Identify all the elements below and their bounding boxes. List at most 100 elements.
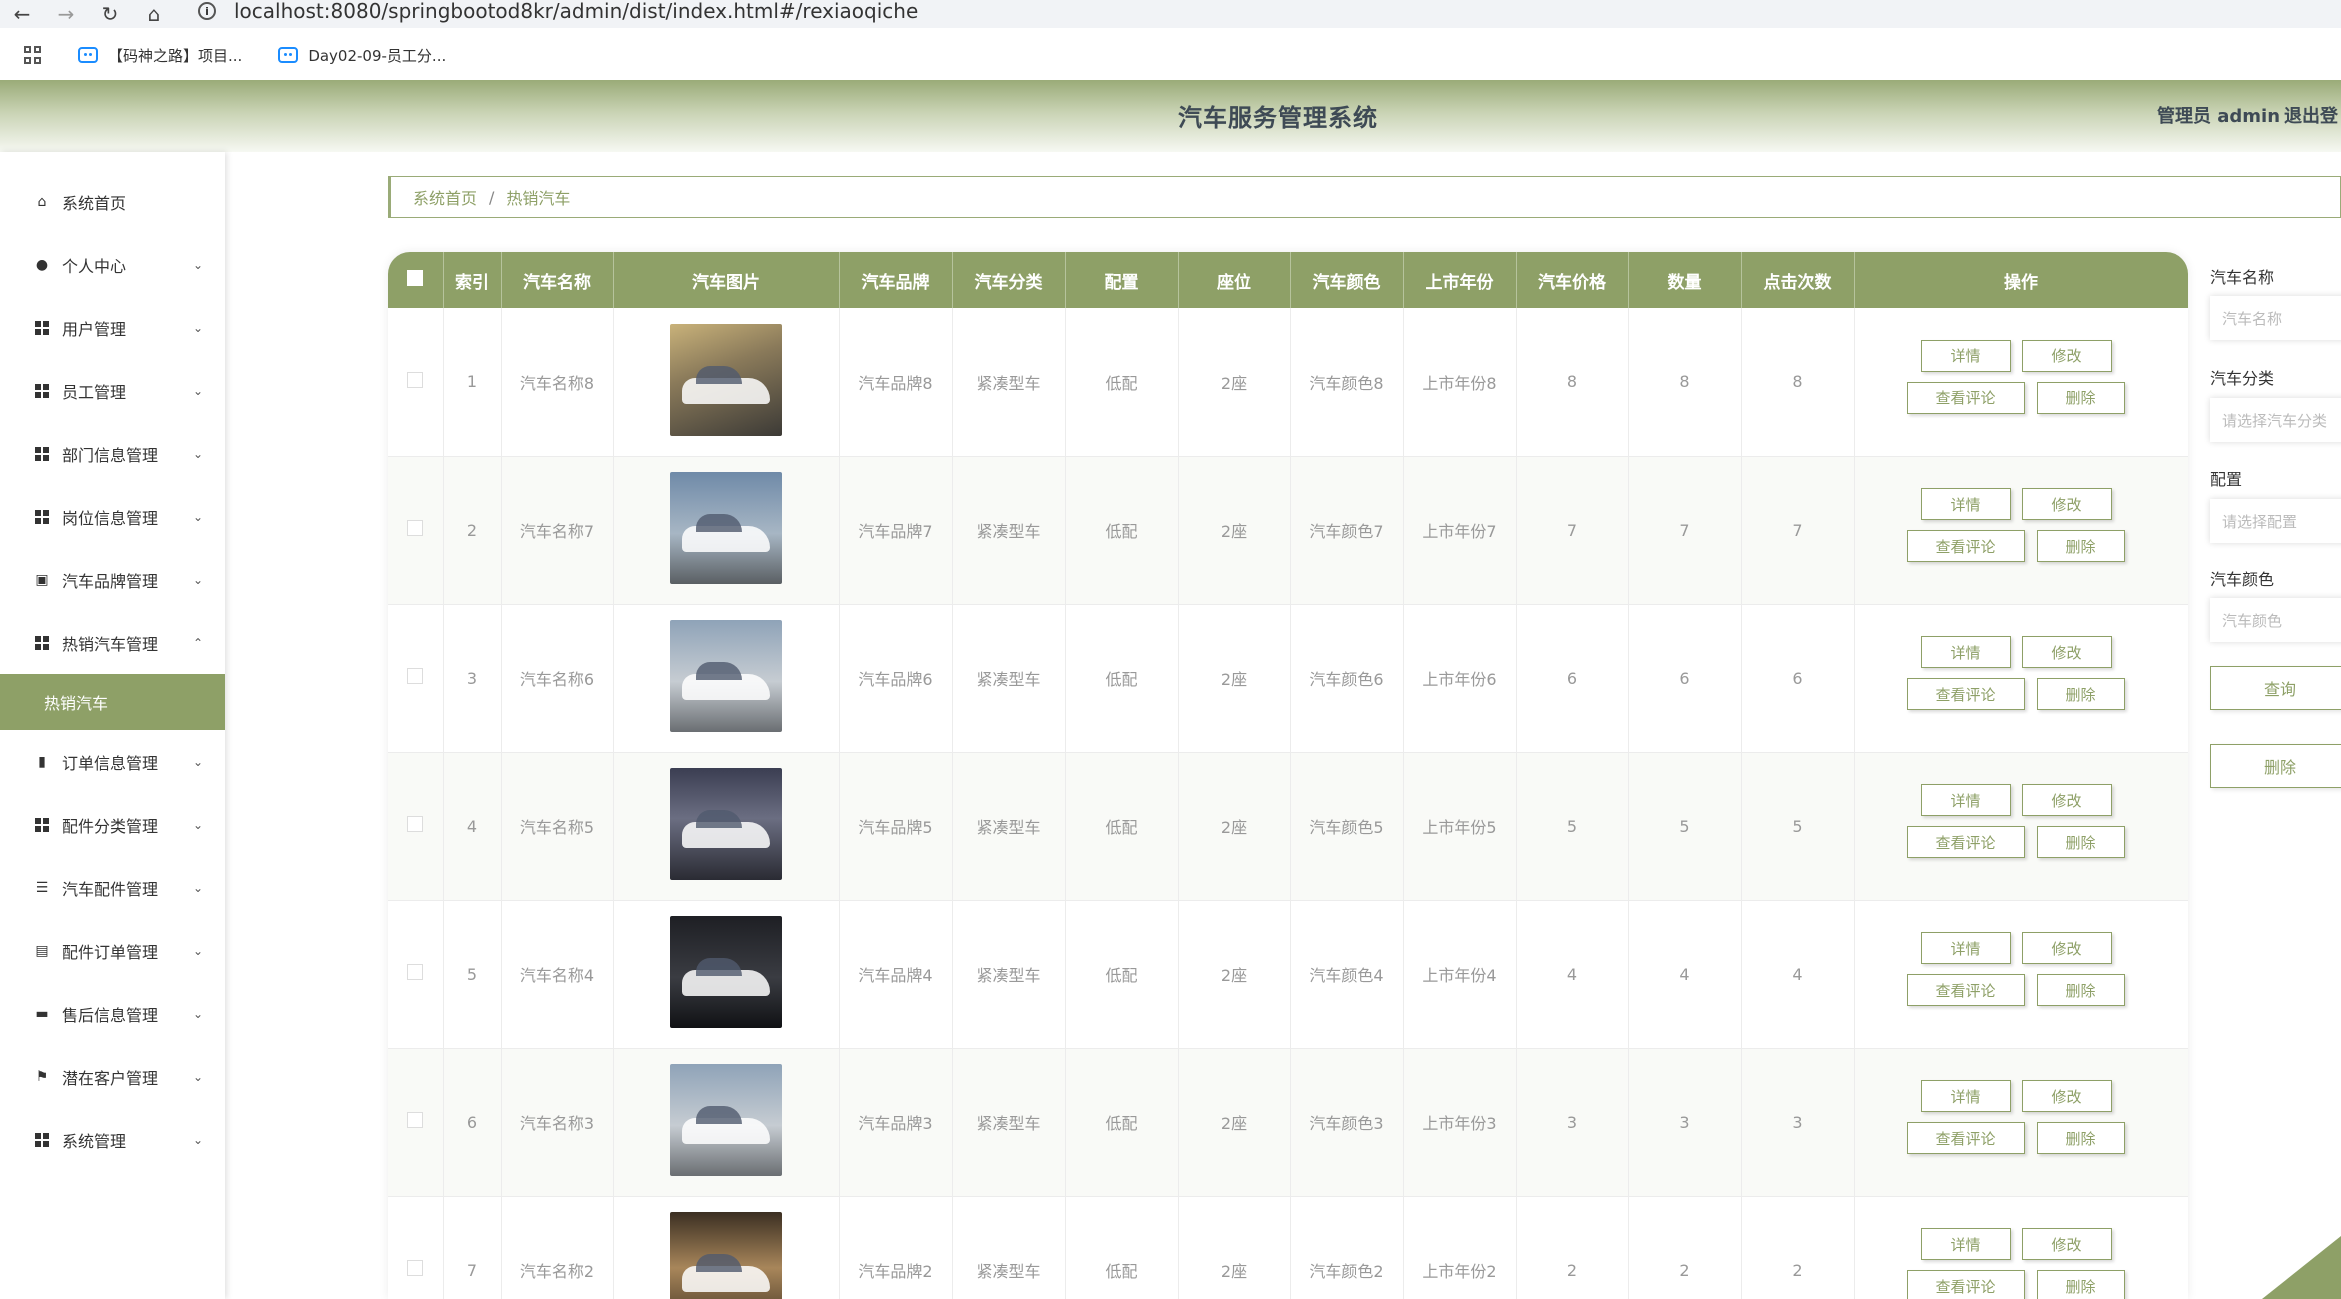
sidebar-item-home[interactable]: ⌂ 系统首页: [0, 182, 225, 222]
cell-qty: 5: [1628, 752, 1742, 901]
query-button[interactable]: 查询: [2210, 666, 2341, 710]
view-comments-button[interactable]: 查看评论: [1906, 678, 2025, 710]
batch-delete-button[interactable]: 删除: [2210, 744, 2341, 788]
view-comments-button[interactable]: 查看评论: [1906, 826, 2025, 858]
column-header: 汽车颜色: [1290, 252, 1404, 308]
delete-button[interactable]: 删除: [2036, 530, 2125, 562]
actions-cell: 详情 修改查看评论 删除: [1854, 900, 2188, 1049]
chevron-up-icon: ⌃: [192, 636, 203, 650]
car-image[interactable]: [670, 1064, 782, 1176]
breadcrumb-home[interactable]: 系统首页: [413, 185, 477, 209]
edit-button[interactable]: 修改: [2021, 488, 2112, 520]
cell-name: 汽车名称5: [501, 752, 614, 901]
edit-button[interactable]: 修改: [2021, 339, 2112, 372]
detail-button[interactable]: 详情: [1920, 636, 2011, 668]
row-checkbox[interactable]: [407, 520, 424, 536]
row-checkbox[interactable]: [407, 964, 424, 980]
forward-icon[interactable]: →: [44, 0, 88, 28]
bookmark-item[interactable]: 【码神之路】项目...: [78, 45, 242, 66]
row-checkbox[interactable]: [407, 371, 424, 388]
delete-button[interactable]: 删除: [2036, 1270, 2125, 1299]
sidebar-item-parts[interactable]: ☰ 汽车配件管理 ⌄: [0, 868, 225, 908]
cell-color: 汽车颜色5: [1290, 752, 1404, 901]
view-comments-button[interactable]: 查看评论: [1906, 381, 2025, 414]
detail-button[interactable]: 详情: [1920, 339, 2011, 372]
car-image[interactable]: [670, 323, 782, 436]
category-label: 汽车分类: [2210, 369, 2275, 388]
delete-button[interactable]: 删除: [2036, 381, 2125, 414]
home-icon: ⌂: [37, 194, 47, 210]
row-checkbox[interactable]: [407, 1112, 424, 1128]
delete-button[interactable]: 删除: [2036, 826, 2125, 858]
apps-icon[interactable]: [24, 46, 42, 64]
car-image-cell: [613, 900, 840, 1049]
row-checkbox[interactable]: [407, 668, 424, 684]
actions-cell: 详情 修改查看评论 删除: [1854, 604, 2188, 753]
sidebar-item-prospects[interactable]: ⚑ 潜在客户管理 ⌄: [0, 1057, 225, 1097]
cell-index: 2: [443, 456, 502, 605]
sidebar-item-part-categories[interactable]: 配件分类管理 ⌄: [0, 805, 225, 845]
column-header: 点击次数: [1741, 252, 1855, 308]
view-comments-button[interactable]: 查看评论: [1906, 974, 2025, 1006]
grid-icon: [34, 636, 50, 650]
detail-button[interactable]: 详情: [1920, 1080, 2011, 1112]
delete-button[interactable]: 删除: [2036, 974, 2125, 1006]
sidebar-item-employees[interactable]: 员工管理 ⌄: [0, 371, 225, 411]
url-field[interactable]: i localhost:8080/springbootod8kr/admin/d…: [198, 0, 918, 23]
sidebar-item-positions[interactable]: 岗位信息管理 ⌄: [0, 497, 225, 537]
car-image[interactable]: [670, 768, 782, 880]
view-comments-button[interactable]: 查看评论: [1906, 1122, 2025, 1154]
back-icon[interactable]: ←: [0, 0, 44, 28]
delete-button[interactable]: 删除: [2036, 678, 2125, 710]
logout-link[interactable]: 退出登: [2284, 102, 2338, 128]
car-image-cell: [613, 456, 840, 605]
view-comments-button[interactable]: 查看评论: [1906, 530, 2025, 562]
home-icon[interactable]: ⌂: [132, 0, 176, 28]
cell-config: 低配: [1065, 308, 1179, 457]
sidebar-item-after-sales[interactable]: ▬ 售后信息管理 ⌄: [0, 994, 225, 1034]
car-image[interactable]: [670, 620, 782, 732]
sidebar-item-profile[interactable]: ● 个人中心 ⌄: [0, 245, 225, 285]
column-header: 汽车分类: [952, 252, 1066, 308]
detail-button[interactable]: 详情: [1920, 488, 2011, 520]
car-image[interactable]: [670, 916, 782, 1028]
detail-button[interactable]: 详情: [1920, 1228, 2011, 1260]
cell-year: 上市年份6: [1403, 604, 1517, 753]
edit-button[interactable]: 修改: [2021, 636, 2112, 668]
edit-button[interactable]: 修改: [2021, 1080, 2112, 1112]
config-select[interactable]: 请选择配置: [2210, 499, 2341, 543]
row-checkbox[interactable]: [407, 1260, 424, 1276]
edit-button[interactable]: 修改: [2021, 932, 2112, 964]
sidebar-subitem-hot-cars[interactable]: 热销汽车: [0, 674, 225, 730]
row-select-cell: [388, 308, 444, 457]
site-info-icon[interactable]: i: [198, 2, 216, 20]
sidebar-item-part-orders[interactable]: ▤ 配件订单管理 ⌄: [0, 931, 225, 971]
sidebar-item-system[interactable]: 系统管理 ⌄: [0, 1120, 225, 1160]
car-image[interactable]: [670, 472, 782, 584]
sidebar-item-label: 汽车配件管理: [62, 880, 159, 899]
color-input[interactable]: 汽车颜色: [2210, 598, 2341, 642]
sidebar-item-brands[interactable]: ▣ 汽车品牌管理 ⌄: [0, 560, 225, 600]
cell-brand: 汽车品牌2: [839, 1196, 953, 1299]
view-comments-button[interactable]: 查看评论: [1906, 1270, 2025, 1299]
row-checkbox[interactable]: [407, 816, 424, 832]
category-select[interactable]: 请选择汽车分类: [2210, 398, 2341, 442]
sidebar-item-label: 用户管理: [62, 320, 127, 339]
bookmark-item[interactable]: Day02-09-员工分...: [278, 45, 446, 66]
cell-seats: 2座: [1178, 900, 1291, 1049]
reload-icon[interactable]: ↻: [88, 0, 132, 28]
sidebar-item-hot-cars[interactable]: 热销汽车管理 ⌃: [0, 623, 225, 663]
sidebar-item-users[interactable]: 用户管理 ⌄: [0, 308, 225, 348]
select-all-checkbox[interactable]: [407, 269, 424, 286]
car-image[interactable]: [670, 1212, 782, 1299]
name-input[interactable]: 汽车名称: [2210, 296, 2341, 340]
edit-button[interactable]: 修改: [2021, 1228, 2112, 1260]
delete-button[interactable]: 删除: [2036, 1122, 2125, 1154]
detail-button[interactable]: 详情: [1920, 784, 2011, 816]
sidebar-item-orders[interactable]: ▮ 订单信息管理 ⌄: [0, 742, 225, 782]
corner-decoration: [2262, 1236, 2341, 1299]
table-header-row: 索引 汽车名称 汽车图片 汽车品牌 汽车分类 配置 座位 汽车颜色 上市年份 汽…: [388, 252, 2188, 308]
edit-button[interactable]: 修改: [2021, 784, 2112, 816]
sidebar-item-departments[interactable]: 部门信息管理 ⌄: [0, 434, 225, 474]
detail-button[interactable]: 详情: [1920, 932, 2011, 964]
